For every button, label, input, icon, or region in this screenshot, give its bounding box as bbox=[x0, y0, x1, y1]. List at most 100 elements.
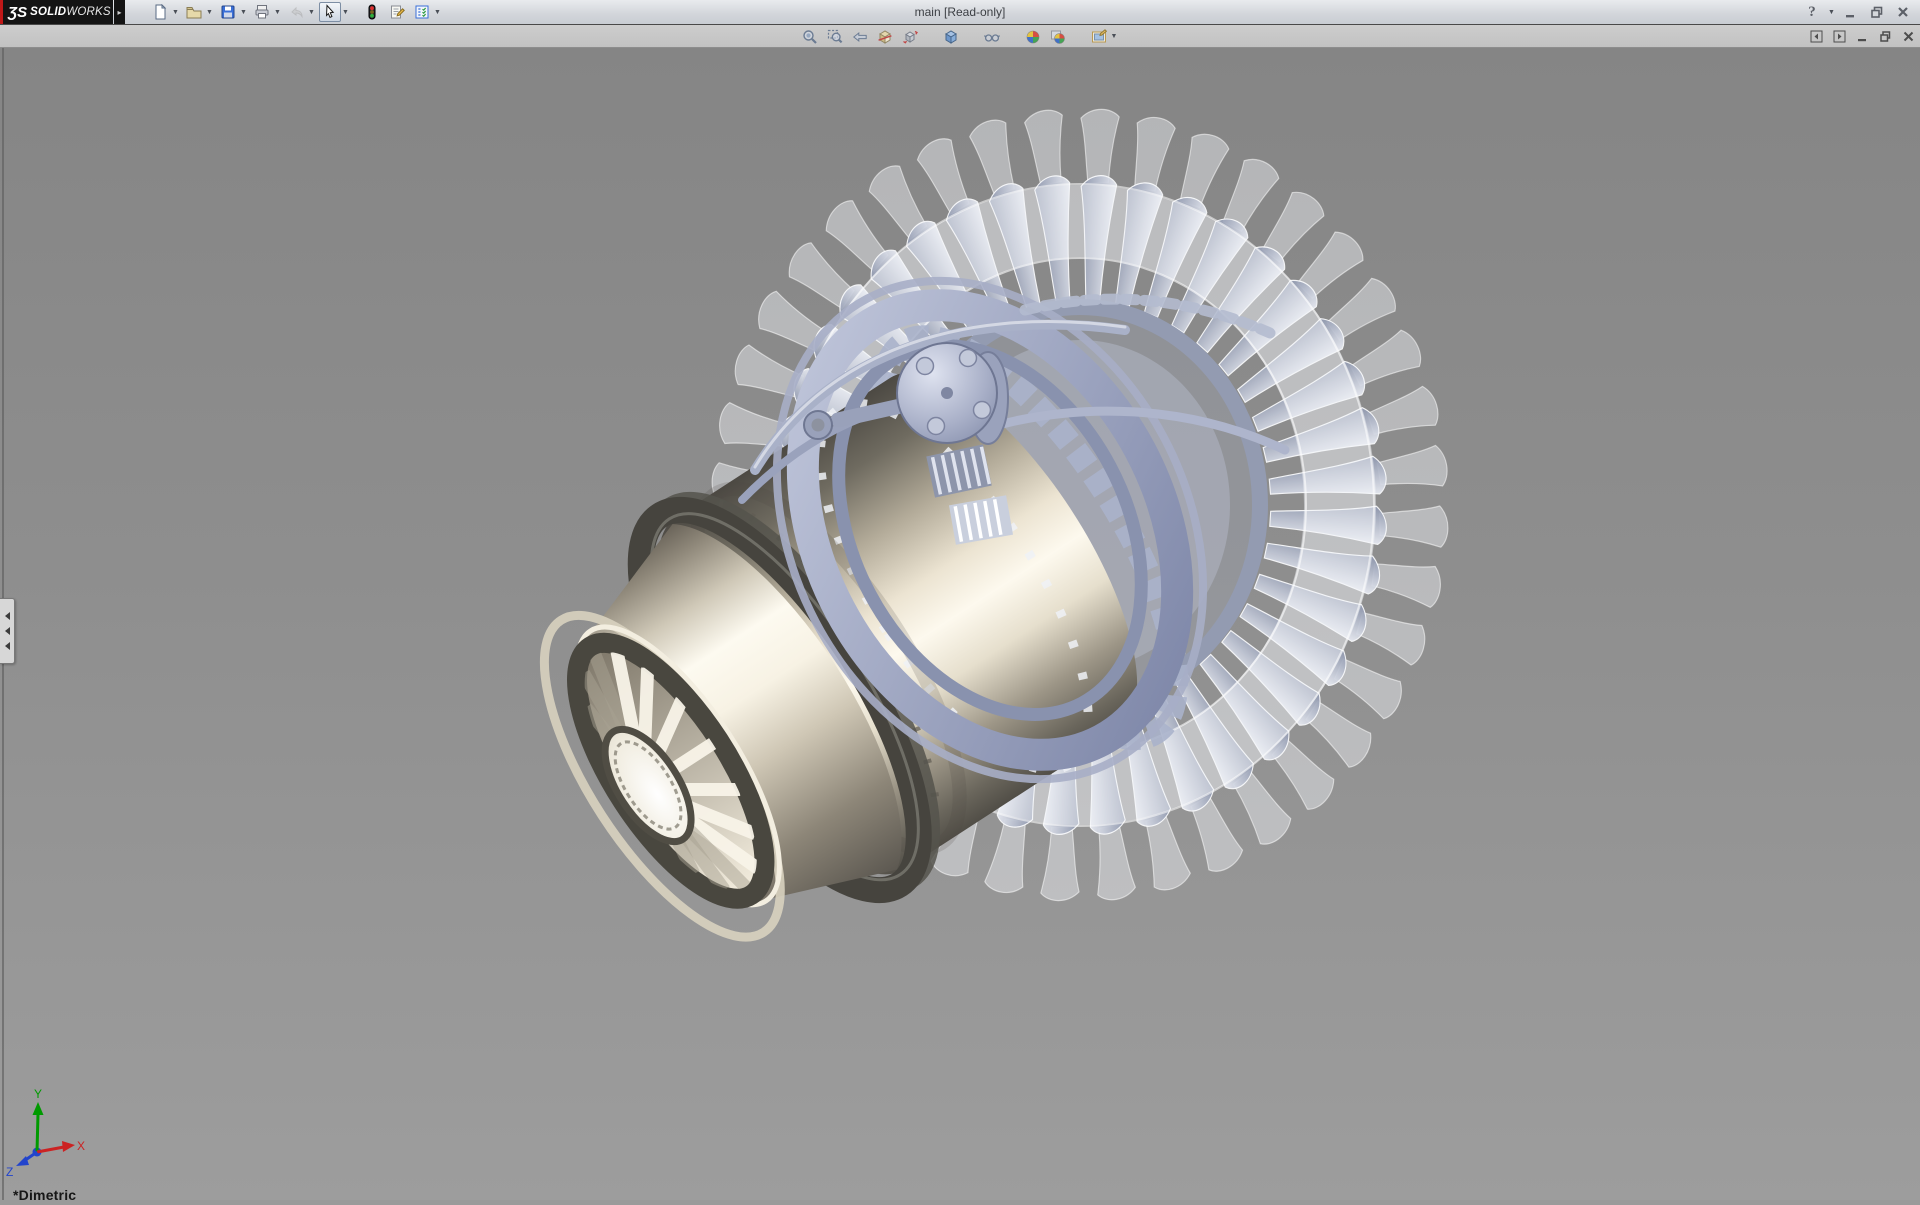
reference-triad: Y X Z bbox=[6, 1087, 85, 1179]
main-toolbar-item-save: ▼ bbox=[217, 2, 248, 22]
display-style-icon bbox=[943, 29, 959, 45]
solidworks-logo-text: SOLIDWORKS bbox=[30, 6, 111, 18]
section-view-icon bbox=[877, 29, 893, 45]
view-orientation-button[interactable] bbox=[899, 27, 921, 47]
edit-appearance-button[interactable] bbox=[1022, 27, 1044, 47]
heads-up-item-view-orientation bbox=[899, 27, 921, 47]
minimize-button[interactable] bbox=[1840, 3, 1862, 22]
heads-up-toolbar-strip: ▼ bbox=[0, 24, 1920, 48]
open-button[interactable] bbox=[183, 2, 205, 22]
main-toolbar-item-undo: ▼ bbox=[285, 2, 316, 22]
heads-up-item-hide-show-items bbox=[981, 27, 1003, 47]
zoom-to-area-icon bbox=[827, 29, 843, 45]
print-dropdown-caret[interactable]: ▼ bbox=[273, 2, 282, 22]
view-settings-button[interactable] bbox=[1088, 27, 1110, 47]
main-toolbar: ▼ ▼ ▼ ▼ ▼ ▼ ▼ bbox=[149, 2, 445, 22]
arm-eyelet-hole bbox=[812, 419, 825, 432]
heads-up-item-view-settings: ▼ bbox=[1088, 27, 1119, 47]
help-dropdown-caret[interactable]: ▼ bbox=[1827, 2, 1836, 22]
boss-center-hole bbox=[941, 387, 953, 399]
triad-x-label: X bbox=[77, 1139, 85, 1153]
view-settings-icon bbox=[1091, 29, 1107, 45]
heads-up-item-zoom-to-fit bbox=[799, 27, 821, 47]
bolt bbox=[960, 350, 977, 367]
bolt bbox=[917, 358, 934, 375]
new-document-icon bbox=[152, 4, 168, 20]
main-toolbar-item-selection-filter-traffic-light bbox=[361, 2, 383, 22]
heads-up-item-zoom-to-area bbox=[824, 27, 846, 47]
bolt bbox=[928, 418, 945, 435]
heads-up-item-display-style bbox=[940, 27, 962, 47]
triad-x-arrow bbox=[62, 1141, 75, 1152]
design-binder-icon bbox=[389, 4, 405, 20]
app-window-controls: ? ▼ bbox=[1801, 0, 1914, 24]
feature-tree-splitter-tab[interactable] bbox=[0, 598, 15, 664]
display-style-button[interactable] bbox=[940, 27, 962, 47]
options-checklist-button[interactable] bbox=[411, 2, 433, 22]
triad-z-label: Z bbox=[6, 1165, 13, 1179]
hide-show-items-button[interactable] bbox=[981, 27, 1003, 47]
doc-close-button[interactable] bbox=[1898, 28, 1918, 46]
bolt bbox=[974, 402, 991, 419]
previous-view-icon bbox=[852, 29, 868, 45]
undo-dropdown-caret[interactable]: ▼ bbox=[307, 2, 316, 22]
selection-filter-traffic-light-icon bbox=[364, 4, 380, 20]
heads-up-item-apply-scene bbox=[1047, 27, 1069, 47]
close-button[interactable] bbox=[1892, 3, 1914, 22]
heads-up-item-edit-appearance bbox=[1022, 27, 1044, 47]
jet-engine-model[interactable]: Y X Z bbox=[0, 48, 1920, 1200]
save-icon bbox=[220, 4, 236, 20]
new-document-dropdown-caret[interactable]: ▼ bbox=[171, 2, 180, 22]
select-cursor-icon bbox=[322, 4, 338, 20]
solidworks-logo: ƷS SOLIDWORKS bbox=[0, 0, 113, 24]
graphics-viewport[interactable]: Y X Z *Dimetric bbox=[0, 48, 1920, 1200]
view-orientation-label: *Dimetric bbox=[13, 1187, 76, 1203]
print-button[interactable] bbox=[251, 2, 273, 22]
open-dropdown-caret[interactable]: ▼ bbox=[205, 2, 214, 22]
restore-button[interactable] bbox=[1866, 3, 1888, 22]
main-toolbar-item-new-document: ▼ bbox=[149, 2, 180, 22]
document-title: main [Read-only] bbox=[915, 5, 1006, 19]
save-dropdown-caret[interactable]: ▼ bbox=[239, 2, 248, 22]
selection-filter-traffic-light-button[interactable] bbox=[361, 2, 383, 22]
doc-minimize-button[interactable] bbox=[1852, 28, 1872, 46]
apply-scene-icon bbox=[1050, 29, 1066, 45]
help-button[interactable]: ? bbox=[1801, 3, 1823, 22]
main-toolbar-item-options-checklist: ▼ bbox=[411, 2, 442, 22]
main-toolbar-item-print: ▼ bbox=[251, 2, 282, 22]
edit-appearance-icon bbox=[1025, 29, 1041, 45]
collapse-pane-left-button[interactable] bbox=[1806, 28, 1826, 46]
view-orientation-icon bbox=[902, 29, 918, 45]
zoom-to-area-button[interactable] bbox=[824, 27, 846, 47]
heads-up-item-previous-view bbox=[849, 27, 871, 47]
solidworks-logo-mark: ƷS bbox=[8, 4, 27, 21]
triad-y-label: Y bbox=[34, 1087, 42, 1101]
zoom-to-fit-button[interactable] bbox=[799, 27, 821, 47]
view-settings-dropdown-caret[interactable]: ▼ bbox=[1110, 27, 1119, 47]
main-toolbar-item-design-binder bbox=[386, 2, 408, 22]
apply-scene-button[interactable] bbox=[1047, 27, 1069, 47]
menu-flyout-arrow-icon[interactable]: ▸ bbox=[114, 0, 125, 24]
zoom-to-fit-icon bbox=[802, 29, 818, 45]
main-toolbar-item-select-cursor: ▼ bbox=[319, 2, 350, 22]
title-bar: ƷS SOLIDWORKS ▸ ▼ ▼ ▼ ▼ ▼ ▼ ▼ main [Read-only]… bbox=[0, 0, 1920, 25]
options-checklist-icon bbox=[414, 4, 430, 20]
undo-icon bbox=[288, 4, 304, 20]
open-icon bbox=[186, 4, 202, 20]
main-toolbar-item-open: ▼ bbox=[183, 2, 214, 22]
select-cursor-dropdown-caret[interactable]: ▼ bbox=[341, 2, 350, 22]
new-document-button[interactable] bbox=[149, 2, 171, 22]
section-view-button[interactable] bbox=[874, 27, 896, 47]
save-button[interactable] bbox=[217, 2, 239, 22]
options-checklist-dropdown-caret[interactable]: ▼ bbox=[433, 2, 442, 22]
heads-up-item-section-view bbox=[874, 27, 896, 47]
heads-up-view-toolbar: ▼ bbox=[0, 25, 1920, 48]
design-binder-button[interactable] bbox=[386, 2, 408, 22]
select-cursor-button[interactable] bbox=[319, 2, 341, 22]
document-window-controls bbox=[1806, 25, 1918, 48]
doc-restore-button[interactable] bbox=[1875, 28, 1895, 46]
hide-show-items-icon bbox=[984, 29, 1000, 45]
previous-view-button[interactable] bbox=[849, 27, 871, 47]
expand-pane-right-button[interactable] bbox=[1829, 28, 1849, 46]
undo-button[interactable] bbox=[285, 2, 307, 22]
